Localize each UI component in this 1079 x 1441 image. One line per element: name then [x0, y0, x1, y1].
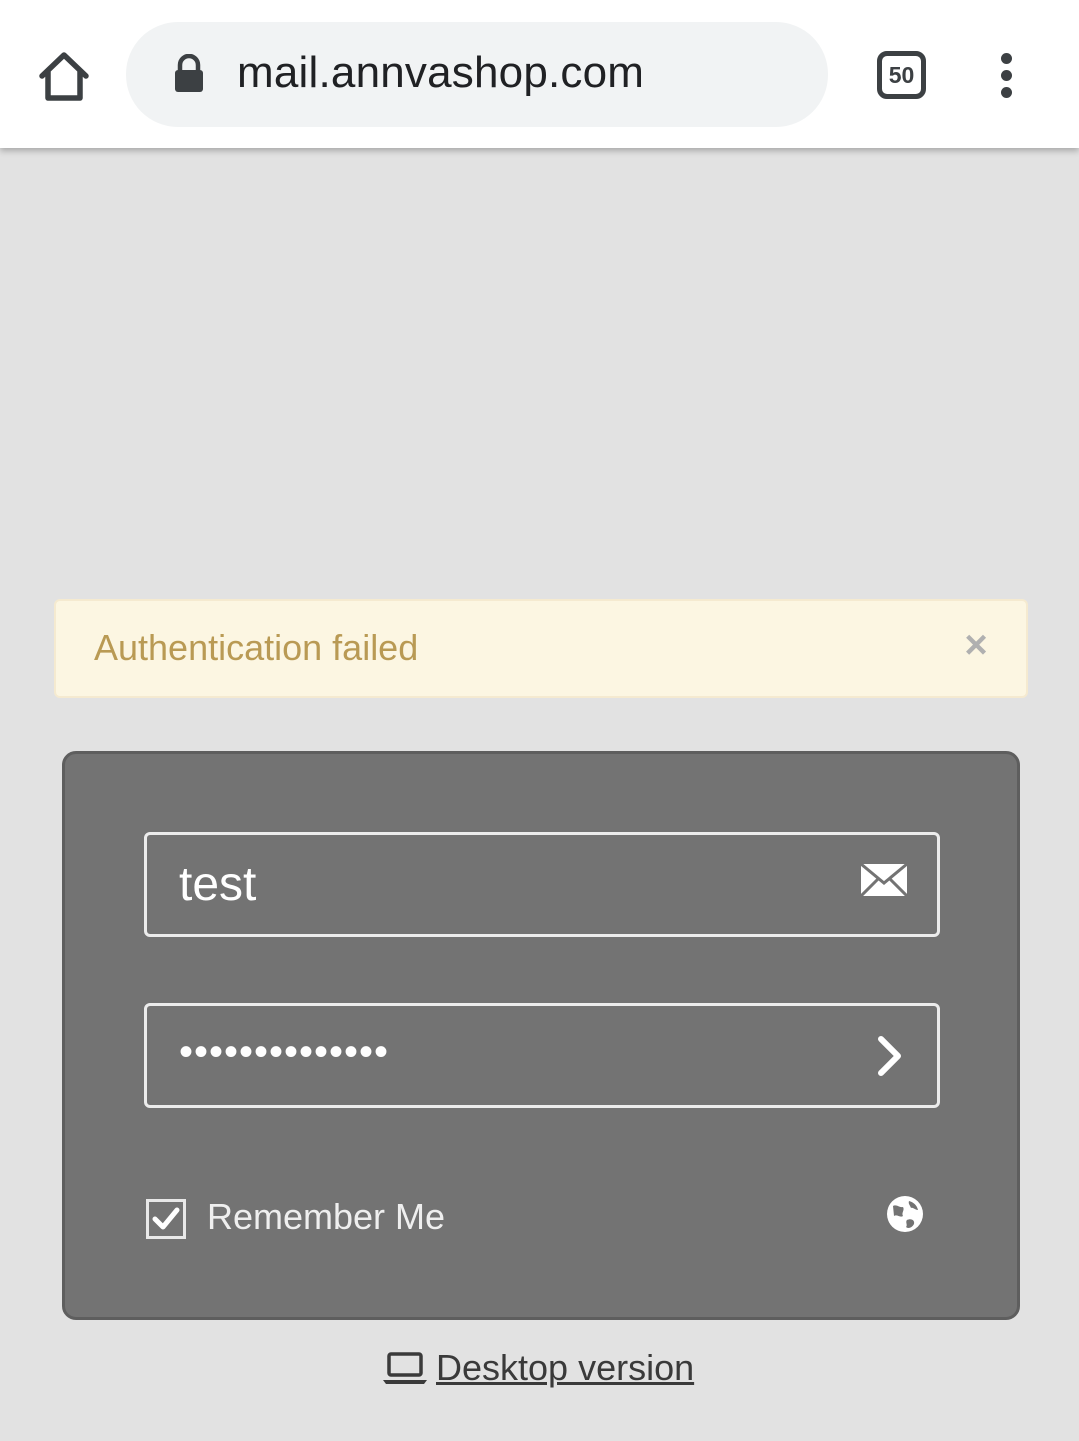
password-field[interactable]: ••••••••••••••	[144, 1003, 940, 1108]
more-vert-icon[interactable]	[990, 50, 1024, 102]
laptop-icon	[383, 1352, 427, 1384]
envelope-icon	[860, 863, 908, 897]
globe-icon[interactable]	[885, 1194, 925, 1234]
address-bar[interactable]: mail.annvashop.com	[126, 22, 828, 127]
browser-toolbar: mail.annvashop.com 50	[0, 0, 1079, 148]
lock-icon	[175, 54, 203, 92]
auth-error-alert: Authentication failed ×	[54, 599, 1028, 698]
username-value[interactable]: test	[179, 857, 256, 912]
remember-me-checkbox[interactable]	[146, 1199, 186, 1239]
login-panel: test •••••••••••••• Remember Me	[62, 751, 1020, 1320]
chevron-right-icon	[878, 1036, 901, 1076]
desktop-version-link[interactable]: Desktop version	[382, 1344, 694, 1392]
home-button[interactable]	[36, 48, 92, 104]
submit-button[interactable]	[869, 1034, 909, 1078]
alert-message: Authentication failed	[94, 627, 419, 668]
close-icon[interactable]: ×	[956, 625, 996, 665]
tab-count: 50	[888, 61, 915, 88]
desktop-version-label[interactable]: Desktop version	[436, 1347, 694, 1389]
checkmark-icon	[152, 1207, 180, 1230]
url-text[interactable]: mail.annvashop.com	[237, 48, 644, 98]
remember-me-label[interactable]: Remember Me	[207, 1196, 445, 1238]
password-value[interactable]: ••••••••••••••	[179, 1030, 389, 1075]
tab-switcher-button[interactable]: 50	[877, 51, 926, 99]
username-field[interactable]: test	[144, 832, 940, 937]
home-icon	[39, 52, 89, 101]
